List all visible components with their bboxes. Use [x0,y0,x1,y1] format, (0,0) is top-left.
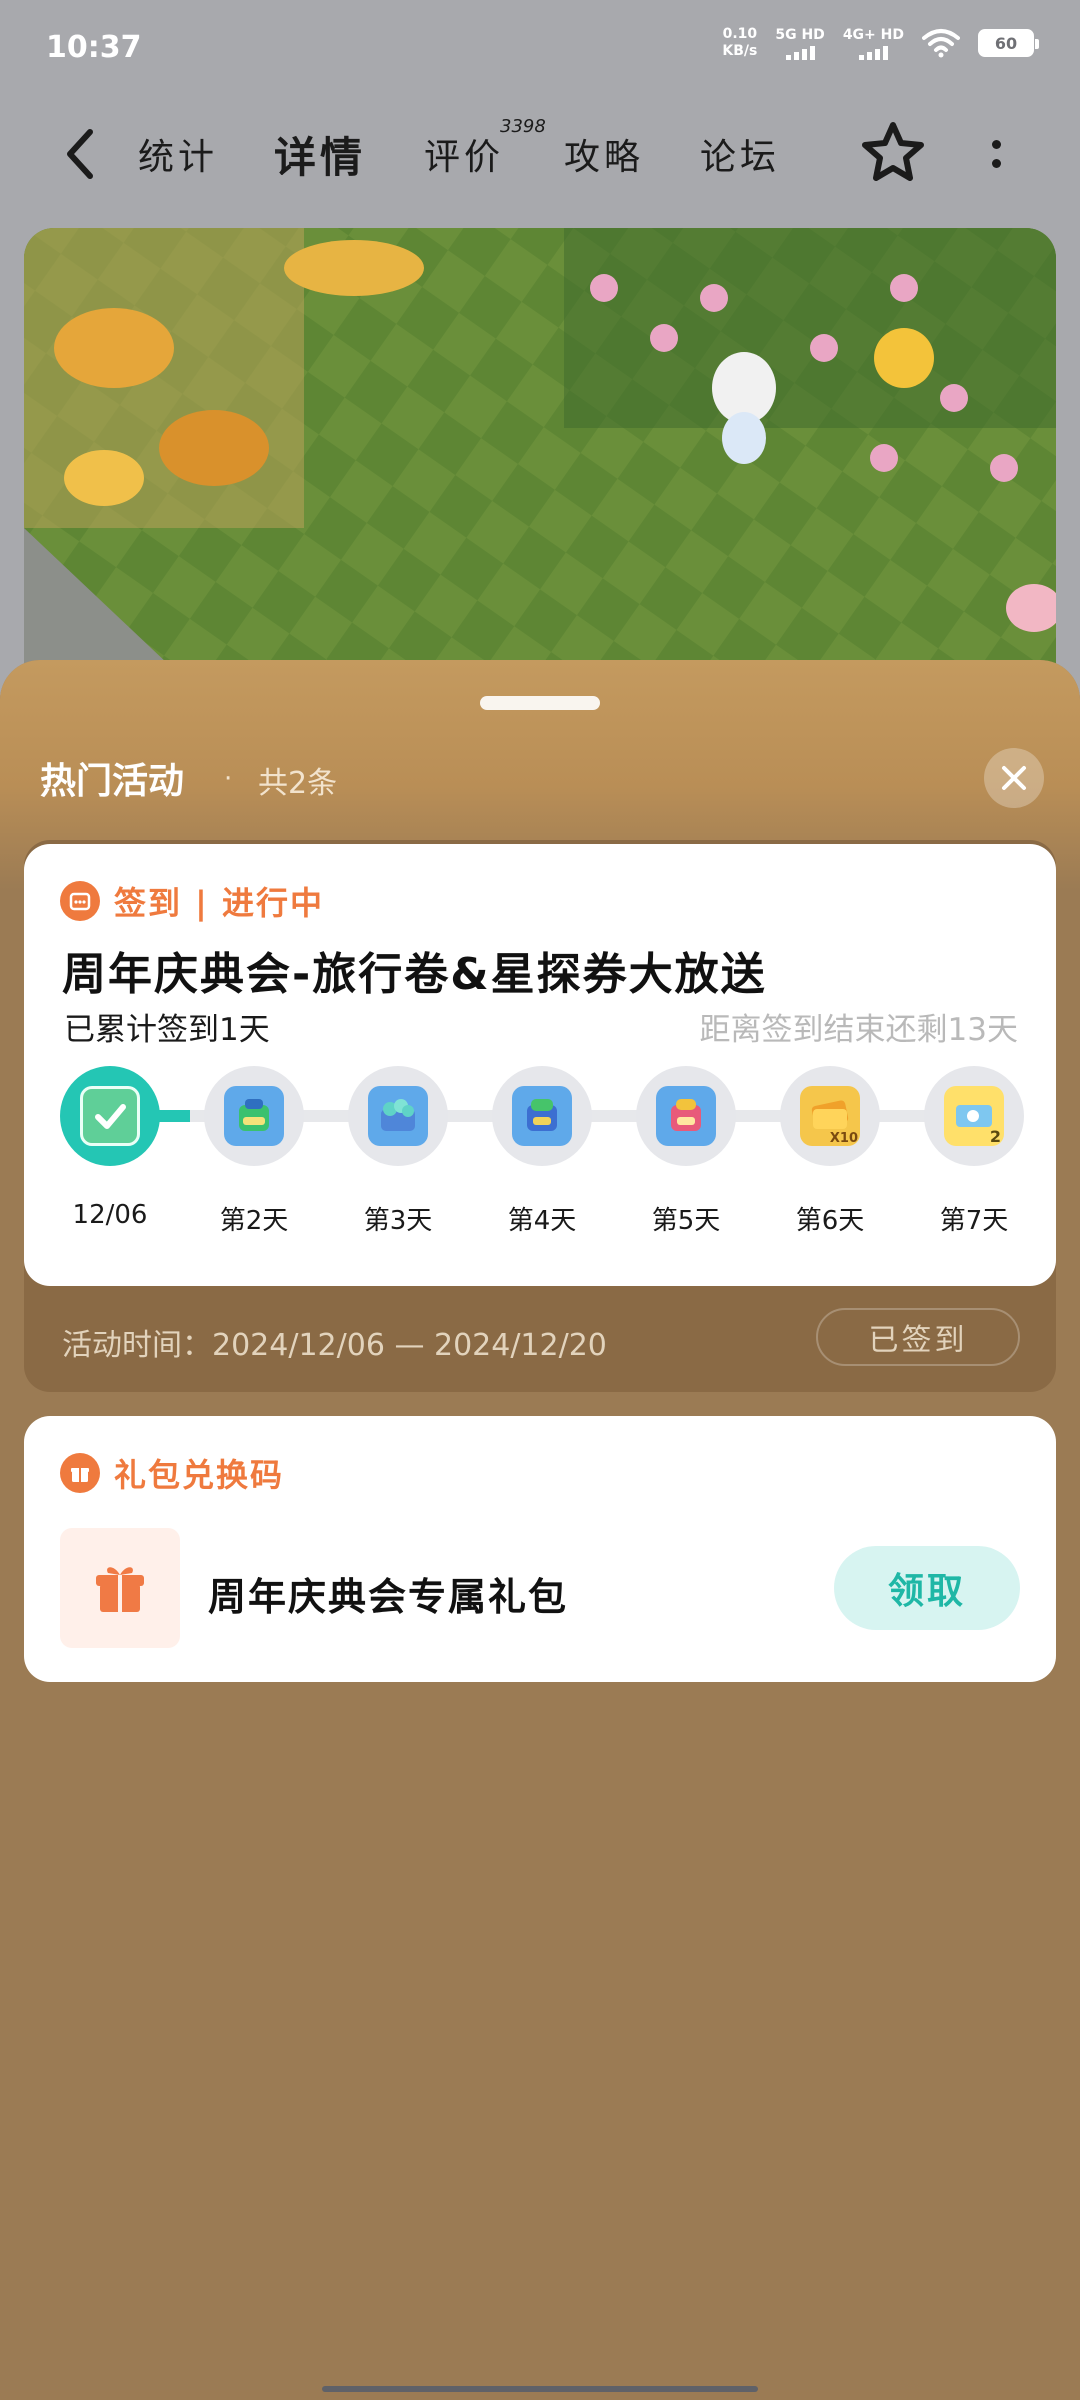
more-dot-icon [991,140,1001,149]
tab-forum[interactable]: 论坛 [700,128,780,180]
signed-in-button[interactable]: 已签到 [816,1308,1020,1366]
checkin-progress-text: 已累计签到1天 [64,1012,270,1048]
sheet-count: 共2条 [258,766,338,801]
sheet-title-separator: · [224,764,233,794]
nav-bar: 统计 详情 评价 3398 攻略 论坛 [0,110,1080,205]
network-5g-label: 5G HD [775,26,825,43]
network-5g: 5G HD [775,26,825,60]
checkin-day-1[interactable] [60,1066,160,1166]
checkin-day-label: 第4天 [507,1206,577,1236]
gift-code-card: 礼包兑换码 周年庆典会专属礼包 领取 [24,1416,1056,1682]
game-scene-illustration [24,228,1056,698]
tab-details[interactable]: 详情 [268,124,369,185]
close-icon [1002,766,1026,790]
checkin-day-6[interactable]: X10 [780,1066,880,1166]
checkin-footer: 活动时间：2024/12/06 — 2024/12/20 已签到 [24,1286,1056,1392]
chevron-left-icon [67,129,93,179]
ticket-reward-icon: X10 [800,1086,860,1146]
checkin-day-3[interactable] [348,1066,448,1166]
backpack-reward-icon [224,1086,284,1146]
net-speed: 0.10 KB/s [722,26,757,60]
sheet-title: 热门活动 [40,761,185,802]
close-button[interactable] [984,748,1044,808]
signal-icon [858,44,888,60]
checkin-day-label: 第2天 [219,1206,289,1236]
check-icon [80,1086,140,1146]
status-icons: 0.10 KB/s 5G HD 4G+ HD 60 [722,26,1039,60]
checkin-day-label: 第7天 [939,1206,1009,1236]
net-speed-unit: KB/s [722,43,758,59]
backpack-reward-icon [512,1086,572,1146]
top-area: 10:37 0.10 KB/s 5G HD 4G+ HD 60 统计 详情 评价… [0,0,1080,700]
gift-category: 礼包兑换码 [60,1450,284,1496]
sheet-drag-handle[interactable] [480,696,600,710]
ticket-count-badge: X10 [829,1131,858,1146]
gift-icon [60,1453,100,1493]
battery-icon: 60 [978,29,1039,57]
activity-time-range: 活动时间：2024/12/06 — 2024/12/20 [62,1328,607,1363]
checkin-category: 签到 | 进行中 [60,878,324,924]
checkin-day-2[interactable] [204,1066,304,1166]
claim-button[interactable]: 领取 [834,1546,1020,1630]
home-indicator[interactable] [322,2386,758,2392]
status-bar: 10:37 0.10 KB/s 5G HD 4G+ HD 60 [0,0,1080,100]
status-time: 10:37 [46,30,142,65]
tab-reviews[interactable]: 评价 [424,128,504,180]
activities-sheet: 热门活动 · 共2条 签到 | 进行中 周年庆典会-旅行卷&星探券大放送 已累计… [0,660,1080,2400]
gift-package-icon [60,1528,180,1648]
gift-category-label: 礼包兑换码 [114,1456,285,1494]
favorite-button[interactable] [860,120,926,186]
checkin-day-4[interactable] [492,1066,592,1166]
checkin-day-7[interactable]: 2 [924,1066,1024,1166]
network-4g-label: 4G+ HD [842,26,904,43]
more-dot-icon [991,159,1001,168]
backpack-reward-icon [656,1086,716,1146]
checkin-day-5[interactable] [636,1066,736,1166]
checkin-title: 周年庆典会-旅行卷&星探券大放送 [62,949,767,1000]
star-icon [862,122,924,181]
checkin-day-label: 第5天 [651,1206,721,1236]
checkin-day-label: 第3天 [363,1206,433,1236]
checkin-day-label: 第6天 [795,1206,865,1236]
checkin-day-label: 12/06 [72,1200,148,1230]
calendar-icon [60,881,100,921]
ticket-reward-icon: 2 [944,1086,1004,1146]
net-speed-value: 0.10 [722,26,758,42]
more-button[interactable] [978,124,1014,184]
gem-reward-icon [368,1086,428,1146]
network-4g: 4G+ HD [843,27,904,60]
ticket-count-badge: 2 [989,1127,1001,1146]
game-banner-image[interactable] [24,228,1056,698]
tab-guides[interactable]: 攻略 [564,128,644,180]
wifi-icon [922,29,960,58]
checkin-category-label: 签到 | 进行中 [114,884,324,922]
tab-stats[interactable]: 统计 [138,128,218,180]
back-button[interactable] [52,126,108,182]
tab-details-label: 详情 [274,133,367,182]
checkin-remaining-text: 距离签到结束还剩13天 [699,1012,1018,1048]
signal-icon [785,44,815,60]
checkin-card[interactable]: 签到 | 进行中 周年庆典会-旅行卷&星探券大放送 已累计签到1天 距离签到结束… [24,844,1056,1286]
review-count-badge: 3398 [500,116,546,137]
gift-name: 周年庆典会专属礼包 [208,1575,569,1619]
